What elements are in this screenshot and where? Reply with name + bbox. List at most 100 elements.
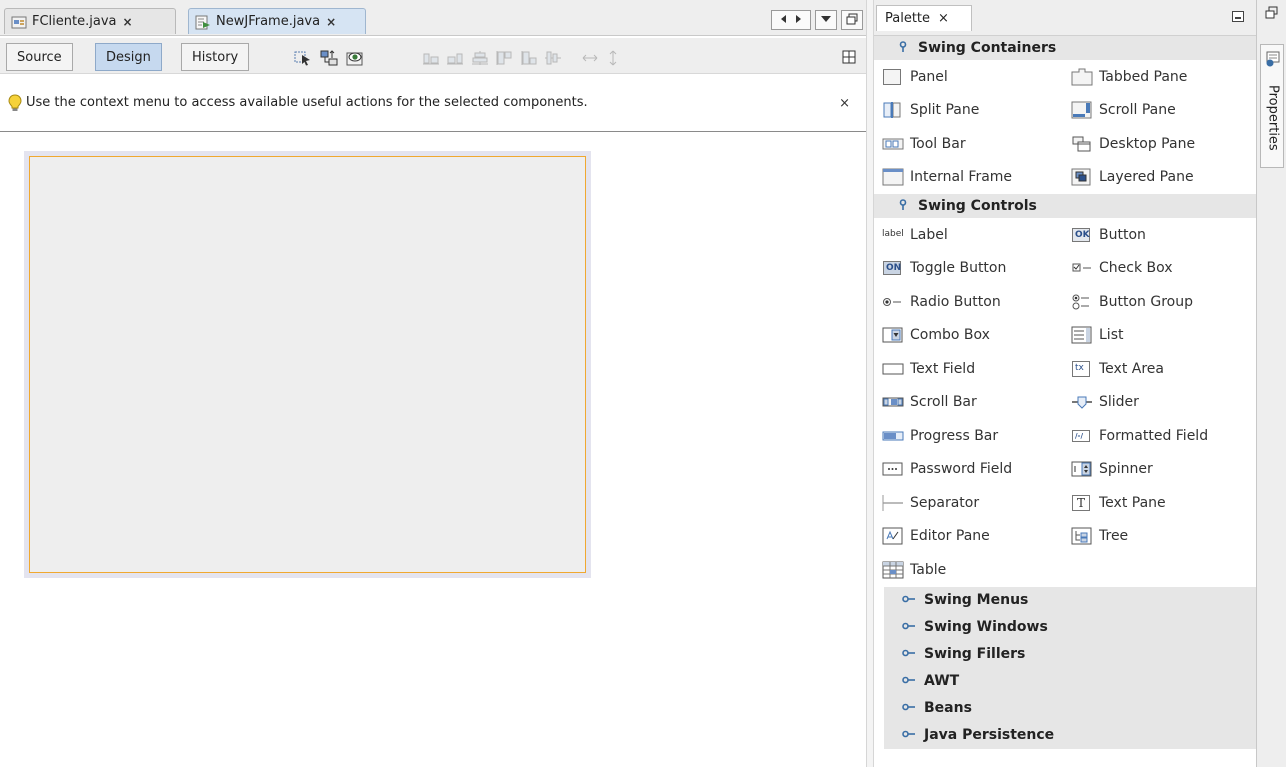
- swing-controls-items: label Label OK Button ON Toggle Button C…: [874, 218, 1256, 587]
- palette-item-scroll-bar[interactable]: Scroll Bar: [882, 386, 1069, 420]
- category-beans[interactable]: Beans: [884, 694, 1256, 722]
- password-field-icon: [882, 460, 904, 478]
- editor-area: FCliente.java × NewJFrame.java × Source …: [0, 0, 866, 767]
- palette-item-text-area[interactable]: tx Text Area: [1069, 352, 1256, 386]
- category-swing-windows[interactable]: Swing Windows: [884, 613, 1256, 641]
- tab-palette[interactable]: Palette ×: [876, 5, 972, 31]
- center-horizontally-icon[interactable]: [471, 50, 489, 66]
- align-right-icon[interactable]: [446, 50, 464, 66]
- jframe-design-canvas[interactable]: [29, 156, 586, 573]
- palette-item-combo-box[interactable]: Combo Box: [882, 319, 1069, 353]
- category-swing-controls[interactable]: Swing Controls: [874, 194, 1256, 218]
- maximize-window-button[interactable]: [841, 10, 863, 30]
- collapsed-pin-icon: [902, 594, 916, 607]
- palette-item-progress-bar[interactable]: Progress Bar: [882, 419, 1069, 453]
- palette-item-label[interactable]: label Label: [882, 218, 1069, 252]
- split-pane-icon: [882, 101, 904, 119]
- palette-item-scroll-pane[interactable]: Scroll Pane: [1069, 94, 1256, 128]
- close-icon[interactable]: ×: [326, 15, 336, 29]
- palette-item-panel[interactable]: Panel: [882, 60, 1069, 94]
- connection-mode-icon[interactable]: [320, 50, 338, 66]
- palette-item-slider[interactable]: Slider: [1069, 386, 1256, 420]
- palette-item-radio-button[interactable]: Radio Button: [882, 285, 1069, 319]
- splitter-handle[interactable]: [866, 0, 874, 767]
- horizontal-resize-icon[interactable]: [581, 50, 599, 66]
- palette-item-toggle-button[interactable]: ON Toggle Button: [882, 252, 1069, 286]
- selection-mode-icon[interactable]: [294, 50, 312, 66]
- layered-pane-icon: [1071, 168, 1093, 186]
- expanded-pin-icon: [896, 198, 910, 214]
- close-icon[interactable]: ×: [938, 11, 949, 26]
- history-button[interactable]: History: [181, 43, 250, 71]
- grid-toggle-icon[interactable]: [842, 50, 860, 66]
- expanded-pin-icon: [896, 40, 910, 56]
- chevron-down-icon[interactable]: [820, 14, 832, 27]
- palette-item-desktop-pane[interactable]: Desktop Pane: [1069, 127, 1256, 161]
- java-form-file-icon: [195, 14, 211, 30]
- center-vertically-icon[interactable]: [544, 50, 562, 66]
- close-icon[interactable]: ×: [122, 15, 132, 29]
- palette-item-button-group[interactable]: Button Group: [1069, 285, 1256, 319]
- tab-label: NewJFrame.java: [216, 14, 321, 29]
- palette-item-editor-pane[interactable]: Editor Pane: [882, 520, 1069, 554]
- palette-item-separator[interactable]: Separator: [882, 486, 1069, 520]
- collapsed-pin-icon: [902, 675, 916, 688]
- tab-label: FCliente.java: [32, 14, 117, 29]
- palette-item-check-box[interactable]: Check Box: [1069, 252, 1256, 286]
- preview-design-icon[interactable]: [346, 50, 364, 66]
- list-icon: [1071, 326, 1093, 344]
- category-label: Swing Controls: [918, 198, 1037, 214]
- palette-body: Swing Containers Panel Tabbed Pane Split…: [874, 36, 1256, 767]
- category-swing-menus[interactable]: Swing Menus: [884, 586, 1256, 614]
- document-list-button[interactable]: [815, 10, 837, 30]
- properties-label: Properties: [1265, 85, 1281, 151]
- design-frame: [24, 151, 591, 578]
- align-top-icon[interactable]: [495, 50, 513, 66]
- text-pane-icon: T: [1071, 494, 1093, 512]
- swing-containers-items: Panel Tabbed Pane Split Pane Scroll Pane…: [874, 60, 1256, 194]
- tab-scroll-buttons[interactable]: [771, 10, 811, 30]
- scroll-left-icon[interactable]: [777, 13, 791, 28]
- tab-newjframe[interactable]: NewJFrame.java ×: [188, 8, 366, 34]
- palette-item-spinner[interactable]: Spinner: [1069, 453, 1256, 487]
- palette-item-text-field[interactable]: Text Field: [882, 352, 1069, 386]
- close-icon[interactable]: ×: [839, 96, 850, 111]
- align-left-icon[interactable]: [422, 50, 440, 66]
- palette-item-tree[interactable]: Tree: [1069, 520, 1256, 554]
- category-swing-containers[interactable]: Swing Containers: [874, 36, 1256, 60]
- scroll-right-icon[interactable]: [791, 13, 805, 28]
- category-awt[interactable]: AWT: [884, 667, 1256, 695]
- restore-window-icon[interactable]: [1265, 6, 1278, 19]
- palette-item-tabbed-pane[interactable]: Tabbed Pane: [1069, 60, 1256, 94]
- properties-tab[interactable]: Properties: [1260, 44, 1284, 168]
- palette-item-split-pane[interactable]: Split Pane: [882, 94, 1069, 128]
- palette-item-tool-bar[interactable]: Tool Bar: [882, 127, 1069, 161]
- category-java-persistence[interactable]: Java Persistence: [884, 721, 1256, 749]
- palette-header: Palette ×: [874, 0, 1256, 36]
- desktop-pane-icon: [1071, 135, 1093, 153]
- source-button[interactable]: Source: [6, 43, 73, 71]
- radio-button-icon: [882, 293, 904, 311]
- restore-window-icon[interactable]: [846, 13, 858, 28]
- scroll-bar-icon: [882, 393, 904, 411]
- category-label: Swing Containers: [918, 40, 1057, 56]
- palette-item-button[interactable]: OK Button: [1069, 218, 1256, 252]
- palette-item-text-pane[interactable]: T Text Pane: [1069, 486, 1256, 520]
- label-icon: label: [882, 228, 904, 239]
- tab-fcliente[interactable]: FCliente.java ×: [4, 8, 176, 34]
- progress-bar-icon: [882, 427, 904, 445]
- text-area-icon: tx: [1071, 360, 1093, 378]
- palette-item-table[interactable]: Table: [882, 553, 1069, 587]
- palette-item-password-field[interactable]: Password Field: [882, 453, 1069, 487]
- vertical-resize-icon[interactable]: [604, 50, 622, 66]
- palette-item-layered-pane[interactable]: Layered Pane: [1069, 161, 1256, 195]
- palette-item-internal-frame[interactable]: Internal Frame: [882, 161, 1069, 195]
- align-bottom-icon[interactable]: [520, 50, 538, 66]
- design-button[interactable]: Design: [95, 43, 162, 71]
- palette-item-formatted-field[interactable]: /-/ Formatted Field: [1069, 419, 1256, 453]
- minimize-icon[interactable]: [1232, 11, 1244, 22]
- palette-item-list[interactable]: List: [1069, 319, 1256, 353]
- editor-toolbar: Source Design History: [0, 38, 866, 74]
- category-swing-fillers[interactable]: Swing Fillers: [884, 640, 1256, 668]
- tool-bar-icon: [882, 135, 904, 153]
